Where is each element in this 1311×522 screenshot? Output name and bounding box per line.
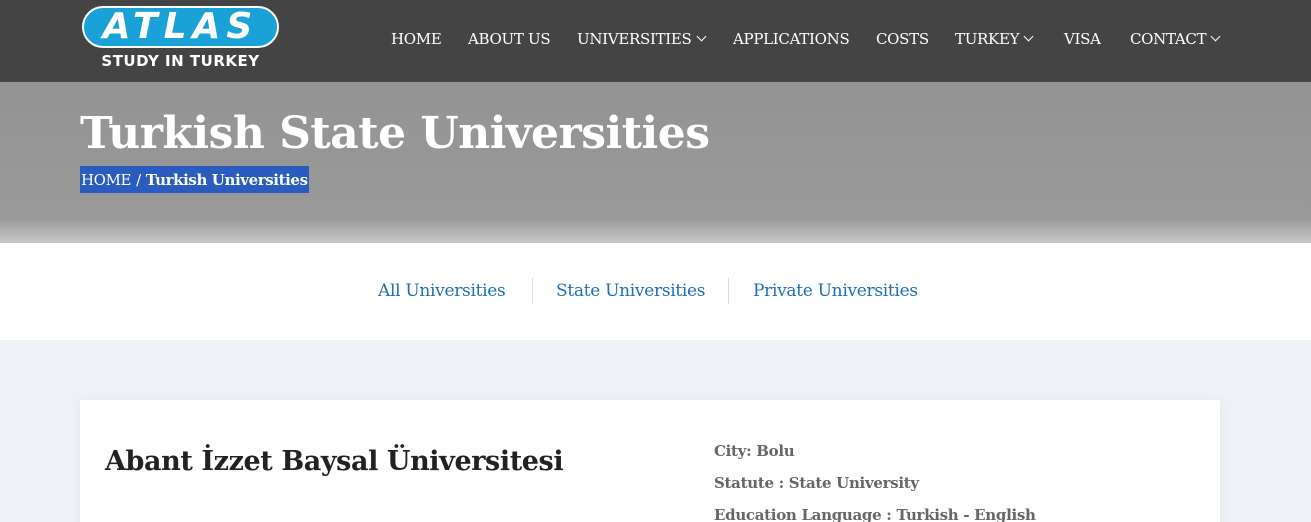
nav-about-us[interactable]: ABOUT US	[468, 29, 551, 49]
city-value: Bolu	[756, 442, 795, 460]
breadcrumb-home-link[interactable]: HOME	[81, 171, 131, 189]
breadcrumb-current: Turkish Universities	[145, 170, 308, 189]
tab-state-universities[interactable]: State Universities	[556, 281, 706, 301]
nav-about-us-label: ABOUT US	[468, 30, 551, 48]
top-navbar: ATLAS STUDY IN TURKEY HOME ABOUT US UNIV…	[0, 0, 1311, 82]
nav-applications[interactable]: APPLICATIONS	[733, 29, 850, 49]
breadcrumb: HOME / Turkish Universities	[80, 166, 309, 193]
statute-value: State University	[788, 474, 919, 492]
university-statute: Statute : State University	[714, 474, 919, 492]
nav-contact[interactable]: CONTACT	[1130, 29, 1221, 49]
nav-home[interactable]: HOME	[391, 29, 442, 49]
city-label: City:	[714, 442, 752, 460]
nav-home-label: HOME	[391, 30, 442, 48]
nav-contact-label: CONTACT	[1130, 30, 1207, 48]
university-city: City: Bolu	[714, 442, 795, 460]
nav-visa-label: VISA	[1064, 30, 1101, 48]
logo-word: ATLAS	[102, 6, 259, 47]
nav-turkey[interactable]: TURKEY	[955, 29, 1034, 49]
nav-visa[interactable]: VISA	[1064, 29, 1101, 49]
university-language: Education Language : Turkish - English	[714, 506, 1036, 522]
tab-all-universities[interactable]: All Universities	[378, 281, 506, 301]
atlas-logo[interactable]: ATLAS STUDY IN TURKEY	[82, 6, 279, 72]
tab-private-universities[interactable]: Private Universities	[753, 281, 918, 301]
page-hero: Turkish State Universities HOME / Turkis…	[0, 82, 1311, 243]
nav-costs[interactable]: COSTS	[876, 29, 929, 49]
university-filter-tabs: All Universities State Universities Priv…	[0, 243, 1311, 340]
language-value: Turkish - English	[896, 506, 1036, 522]
nav-applications-label: APPLICATIONS	[733, 30, 850, 48]
nav-turkey-label: TURKEY	[955, 30, 1020, 48]
nav-costs-label: COSTS	[876, 30, 929, 48]
chevron-down-icon	[696, 31, 706, 42]
statute-label: Statute :	[714, 474, 784, 492]
university-name[interactable]: Abant İzzet Baysal Üniversitesi	[105, 446, 564, 477]
breadcrumb-separator: /	[136, 170, 141, 189]
chevron-down-icon	[1210, 31, 1221, 42]
tab-divider	[728, 278, 729, 304]
nav-universities-label: UNIVERSITIES	[577, 30, 692, 48]
nav-universities[interactable]: UNIVERSITIES	[577, 29, 706, 49]
university-card[interactable]: Abant İzzet Baysal Üniversitesi City: Bo…	[80, 400, 1220, 522]
language-label: Education Language :	[714, 506, 892, 522]
tab-divider	[532, 278, 533, 304]
logo-tagline: STUDY IN TURKEY	[101, 52, 260, 70]
page-title: Turkish State Universities	[80, 108, 710, 159]
chevron-down-icon	[1023, 31, 1034, 42]
